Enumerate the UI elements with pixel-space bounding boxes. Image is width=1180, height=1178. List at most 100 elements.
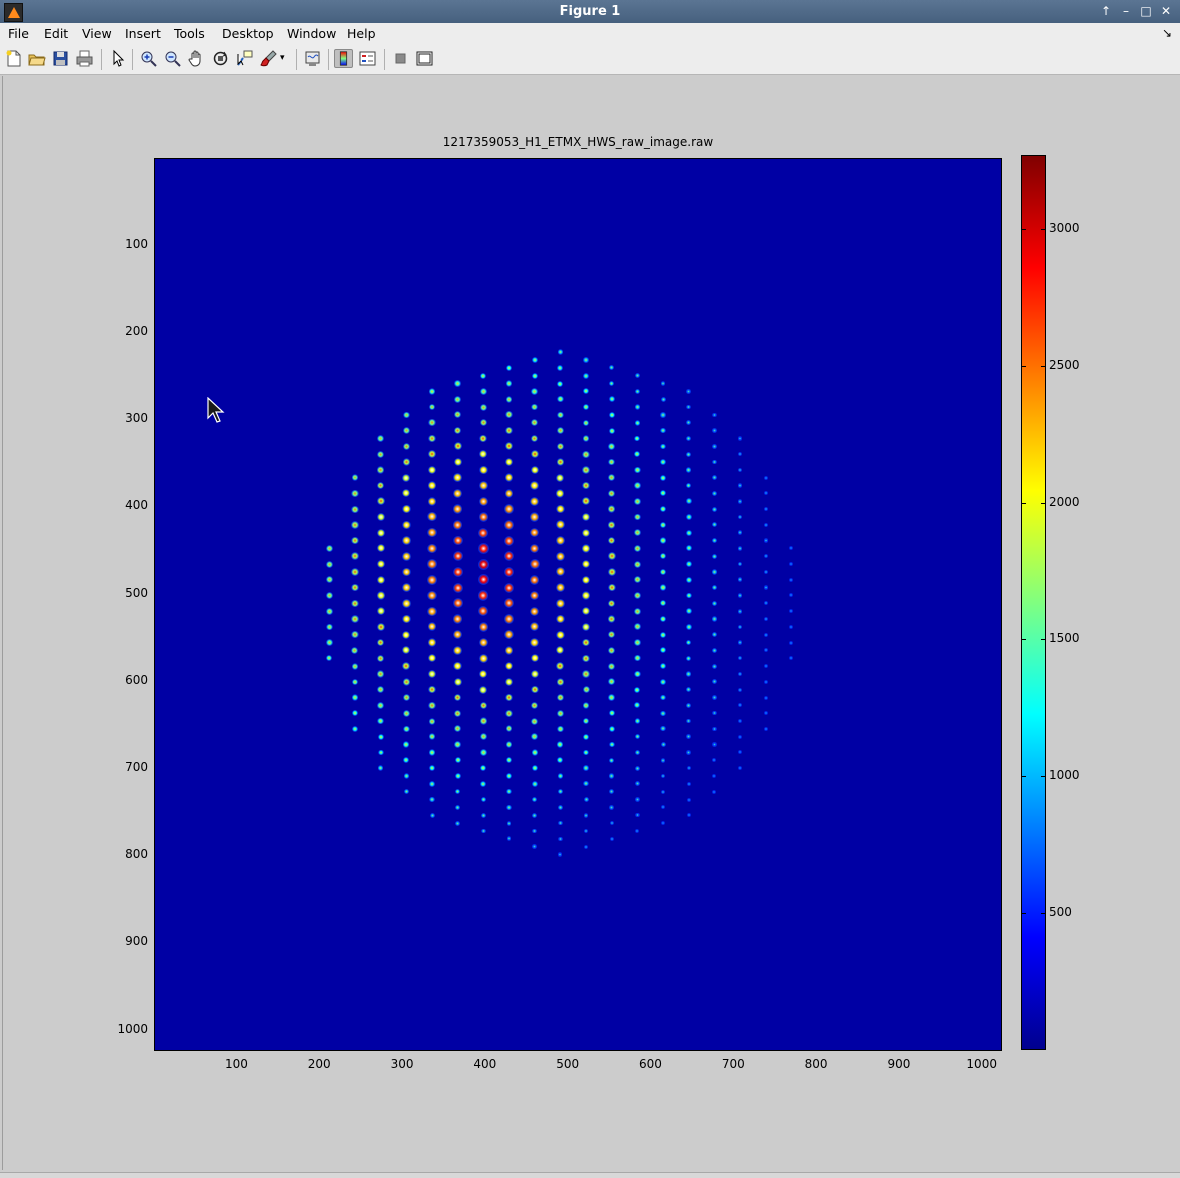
image-spot	[479, 669, 488, 679]
legend-icon[interactable]	[358, 49, 377, 68]
menu-help[interactable]: Help	[347, 26, 376, 41]
image-spot	[789, 624, 794, 629]
image-spot	[531, 419, 539, 427]
image-spot	[427, 528, 437, 538]
image-spot	[608, 678, 616, 686]
image-spot	[427, 654, 437, 663]
image-spot	[711, 506, 717, 512]
toolbar-separator	[101, 49, 102, 70]
image-spot	[531, 403, 539, 411]
image-spot	[633, 560, 641, 568]
image-spot	[660, 678, 666, 685]
image-spot	[660, 663, 666, 670]
window-maximize-button[interactable]: □	[1138, 3, 1154, 19]
image-spot	[557, 789, 564, 795]
rotate-3d-icon[interactable]	[211, 49, 230, 68]
menu-window[interactable]: Window	[287, 26, 336, 41]
image-spot	[582, 654, 590, 662]
image-spot	[403, 411, 410, 419]
zoom-out-icon[interactable]	[163, 49, 182, 68]
print-figure-icon[interactable]	[75, 49, 94, 68]
image-spot	[452, 551, 463, 562]
image-axes[interactable]	[154, 158, 1002, 1051]
image-spot	[453, 442, 462, 451]
window-shade-button[interactable]: ↑	[1098, 3, 1114, 19]
hide-plot-tools-icon[interactable]	[391, 49, 410, 68]
menu-insert[interactable]: Insert	[125, 26, 161, 41]
show-plot-tools-icon[interactable]	[415, 49, 434, 68]
image-spot	[711, 459, 717, 465]
image-spot	[557, 380, 564, 387]
image-spot	[659, 615, 667, 623]
edit-plot-arrow-icon[interactable]	[108, 49, 127, 68]
image-spot	[685, 561, 692, 567]
menu-file[interactable]: File	[8, 26, 29, 41]
image-spot	[712, 679, 717, 685]
image-spot	[531, 717, 539, 725]
image-spot	[634, 466, 641, 474]
image-spot	[427, 590, 437, 601]
y-tick-label: 200	[125, 323, 148, 338]
window-minimize-button[interactable]: –	[1118, 3, 1134, 19]
brush-icon[interactable]	[259, 49, 278, 68]
image-spot	[608, 380, 615, 387]
image-spot	[737, 514, 743, 520]
image-spot	[479, 653, 488, 663]
image-spot	[428, 403, 436, 411]
image-spot	[530, 434, 539, 443]
menu-view[interactable]: View	[82, 26, 112, 41]
image-spot	[505, 442, 513, 451]
image-spot	[325, 607, 333, 615]
image-spot	[608, 710, 615, 717]
data-cursor-icon[interactable]	[235, 49, 254, 68]
image-spot	[530, 496, 540, 506]
brush-dropdown-icon[interactable]: ▾	[280, 49, 290, 68]
image-spot	[427, 575, 437, 585]
menu-edit[interactable]: Edit	[44, 26, 68, 41]
image-spot	[504, 519, 514, 530]
colorbar[interactable]	[1021, 155, 1046, 1050]
image-spot	[479, 717, 487, 725]
open-file-icon[interactable]	[27, 49, 46, 68]
menu-desktop[interactable]: Desktop	[222, 26, 274, 41]
image-spot	[351, 536, 359, 545]
image-spot	[505, 364, 513, 371]
image-spot	[530, 527, 540, 538]
window-close-button[interactable]: ✕	[1158, 3, 1174, 19]
image-spot	[608, 474, 616, 482]
image-spot	[737, 624, 743, 630]
image-spot	[351, 631, 359, 639]
x-tick-label: 800	[804, 1057, 828, 1071]
image-spot	[634, 388, 641, 395]
image-spot	[530, 685, 539, 694]
image-spot	[711, 600, 717, 606]
image-spot	[660, 647, 667, 654]
save-figure-icon[interactable]	[51, 49, 70, 68]
new-figure-icon[interactable]	[4, 49, 23, 68]
image-spot	[737, 703, 743, 708]
dock-figure-icon[interactable]: ↘	[1162, 26, 1172, 40]
menu-tools[interactable]: Tools	[174, 26, 205, 41]
image-spot	[582, 717, 590, 725]
image-spot	[737, 687, 743, 692]
image-spot	[582, 733, 590, 740]
image-spot	[763, 554, 768, 559]
image-spot	[503, 566, 515, 578]
image-spot	[686, 389, 691, 394]
image-spot	[738, 719, 743, 724]
image-spot	[503, 551, 515, 562]
image-spot	[531, 765, 538, 772]
colorbar-icon[interactable]	[334, 49, 353, 68]
image-spot	[634, 702, 641, 709]
image-spot	[454, 741, 461, 748]
zoom-in-icon[interactable]	[139, 49, 158, 68]
toolbar-separator	[296, 49, 297, 70]
pan-hand-icon[interactable]	[187, 49, 206, 68]
image-spot	[402, 458, 411, 466]
image-spot	[532, 812, 538, 818]
image-spot	[377, 435, 385, 442]
image-spot	[556, 614, 565, 624]
colorbar-tick-label: 500	[1049, 905, 1072, 920]
link-plot-icon[interactable]	[303, 49, 322, 68]
colorbar-tick-label: 2000	[1049, 494, 1080, 509]
